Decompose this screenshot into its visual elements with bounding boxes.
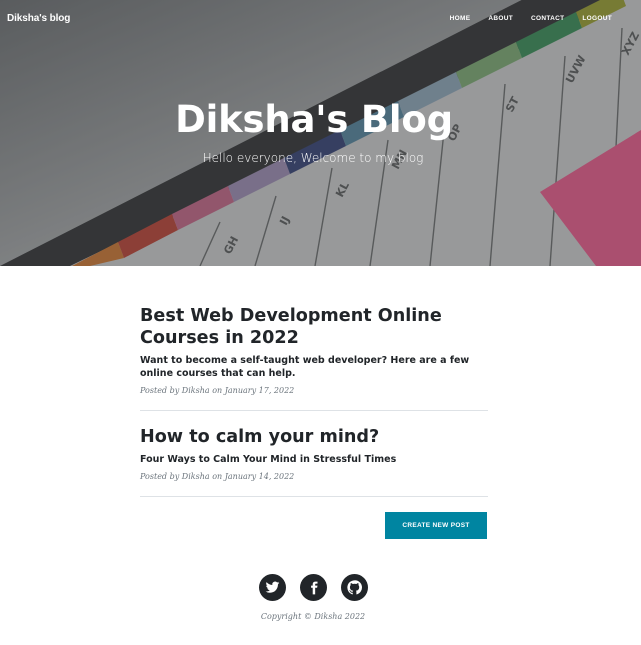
hero-subtitle: Hello everyone, Welcome to my blog xyxy=(202,151,424,165)
twitter-icon[interactable] xyxy=(259,574,286,601)
nav-link-logout[interactable]: LOGOUT xyxy=(582,15,612,22)
social-links xyxy=(259,574,368,601)
facebook-glyph xyxy=(310,581,317,594)
post-title-link[interactable]: Best Web Development Online Courses in 2… xyxy=(140,305,488,349)
post-subtitle: Four Ways to Calm Your Mind in Stressful… xyxy=(140,454,397,465)
post-date: on January 14, 2022 xyxy=(212,472,295,481)
post-preview: How to calm your mind? Four Ways to Calm… xyxy=(140,426,488,481)
post-title-link[interactable]: How to calm your mind? xyxy=(140,426,488,448)
post-author-link[interactable]: Diksha xyxy=(182,472,210,481)
nav-link-contact[interactable]: CONTACT xyxy=(531,15,564,22)
copyright-text: Copyright © Diksha 2022 xyxy=(260,612,366,621)
post-author-link[interactable]: Diksha xyxy=(182,386,210,395)
post-preview: Best Web Development Online Courses in 2… xyxy=(140,305,488,395)
create-new-post-button[interactable]: CREATE NEW POST xyxy=(385,512,487,539)
github-icon[interactable] xyxy=(341,574,368,601)
navbar: Diksha's blog HOME ABOUT CONTACT LOGOUT xyxy=(0,0,641,40)
post-meta-prefix: Posted by xyxy=(140,386,180,395)
post-subtitle: Want to become a self-taught web develop… xyxy=(140,355,470,379)
facebook-icon[interactable] xyxy=(300,574,327,601)
masthead: GH IJ KL MN OP ST UVW XYZ Diksha's blog … xyxy=(0,0,641,266)
github-glyph xyxy=(347,580,362,595)
hero-title: Diksha's Blog xyxy=(175,98,453,141)
post-divider xyxy=(140,496,488,497)
post-meta: Posted by Diksha on January 14, 2022 xyxy=(140,472,488,481)
post-list: Best Web Development Online Courses in 2… xyxy=(140,305,488,497)
post-meta: Posted by Diksha on January 17, 2022 xyxy=(140,386,488,395)
post-divider xyxy=(140,410,488,411)
twitter-glyph xyxy=(265,581,280,593)
nav-link-about[interactable]: ABOUT xyxy=(488,15,513,22)
nav-link-home[interactable]: HOME xyxy=(450,15,471,22)
post-date: on January 17, 2022 xyxy=(212,386,295,395)
nav-links: HOME ABOUT CONTACT LOGOUT xyxy=(432,15,612,22)
navbar-brand[interactable]: Diksha's blog xyxy=(7,13,70,24)
post-meta-prefix: Posted by xyxy=(140,472,180,481)
